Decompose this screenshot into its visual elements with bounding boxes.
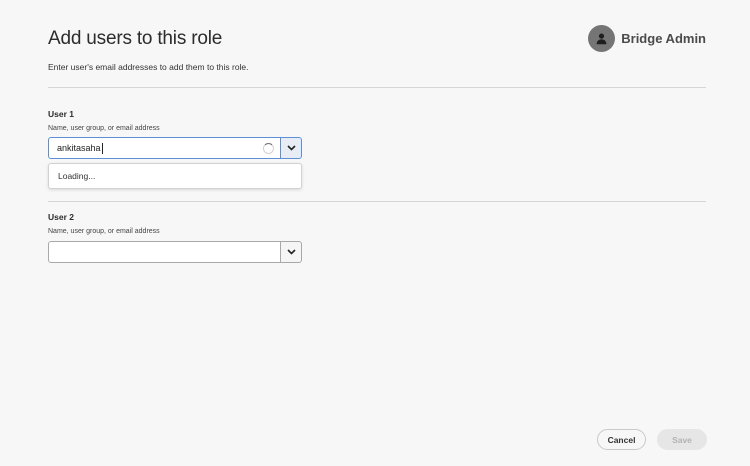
user-2-dropdown-button[interactable] xyxy=(280,241,302,263)
cancel-button[interactable]: Cancel xyxy=(597,429,646,450)
account-badge[interactable]: Bridge Admin xyxy=(588,25,706,52)
user-icon xyxy=(596,33,607,45)
account-name: Bridge Admin xyxy=(621,31,706,46)
avatar[interactable] xyxy=(588,25,616,52)
user-1-suggestions-popover: Loading... xyxy=(48,163,302,189)
user-2-label: User 2 xyxy=(48,212,74,222)
user-2-hint: Name, user group, or email address xyxy=(48,228,160,235)
loading-text: Loading... xyxy=(58,171,96,181)
page-title: Add users to this role xyxy=(48,28,223,49)
user-2-input[interactable] xyxy=(48,241,280,263)
divider xyxy=(48,87,706,88)
user-1-input-value: ankitasaha xyxy=(57,143,101,153)
chevron-down-icon xyxy=(286,249,296,255)
chevron-down-icon xyxy=(286,145,296,151)
loading-spinner-icon xyxy=(263,143,274,154)
text-caret xyxy=(101,142,103,154)
user-1-combobox[interactable]: ankitasaha xyxy=(48,137,302,159)
user-1-input[interactable]: ankitasaha xyxy=(48,137,280,159)
user-1-dropdown-button[interactable] xyxy=(280,137,302,159)
save-button[interactable]: Save xyxy=(657,429,707,450)
user-1-hint: Name, user group, or email address xyxy=(48,125,160,132)
user-2-combobox[interactable] xyxy=(48,241,302,263)
divider xyxy=(48,201,706,202)
page-subtitle: Enter user's email addresses to add them… xyxy=(48,62,249,72)
user-1-label: User 1 xyxy=(48,109,74,119)
